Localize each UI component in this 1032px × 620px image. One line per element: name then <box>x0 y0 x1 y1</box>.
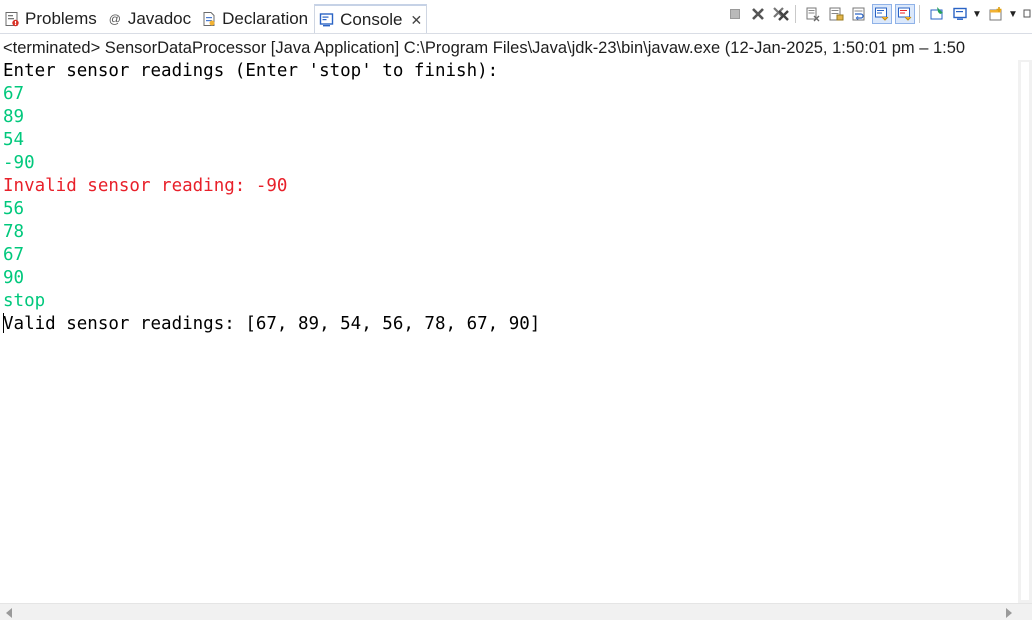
console-line-text: 89 <box>3 107 25 127</box>
tab-label: Console <box>340 10 403 29</box>
scrollbar-thumb[interactable] <box>1021 62 1029 600</box>
console-line-text: 90 <box>3 268 25 288</box>
console-output[interactable]: Enter sensor readings (Enter 'stop' to f… <box>0 60 1018 605</box>
console-toolbar: ▼ ▼ <box>722 4 1032 24</box>
vertical-scrollbar[interactable] <box>1018 60 1032 604</box>
scroll-lock-icon[interactable] <box>826 4 846 24</box>
console-input-line: 56 <box>0 198 1018 221</box>
tab-label: Problems <box>25 9 97 28</box>
show-console-on-stdout-icon[interactable] <box>872 4 892 24</box>
console-line-text: stop <box>3 291 46 311</box>
remove-launch-icon[interactable] <box>748 4 768 24</box>
console-input-line: -90 <box>0 152 1018 175</box>
pin-console-icon[interactable] <box>927 4 947 24</box>
chevron-down-icon[interactable]: ▼ <box>971 4 983 24</box>
console-line-text: 56 <box>3 199 25 219</box>
toolbar-separator <box>795 5 796 23</box>
console-input-line: stop <box>0 290 1018 313</box>
tab-javadoc[interactable]: @ Javadoc <box>103 4 197 34</box>
tab-label: Declaration <box>222 9 309 28</box>
problems-icon <box>4 11 20 27</box>
console-line-text: 67 <box>3 245 25 265</box>
scroll-right-icon[interactable] <box>1006 608 1012 618</box>
console-error-line: Invalid sensor reading: -90 <box>0 175 1018 198</box>
console-input-line: 89 <box>0 106 1018 129</box>
console-line-text: -90 <box>3 153 35 173</box>
javadoc-at-icon: @ <box>108 12 121 26</box>
console-line-text: 78 <box>3 222 25 242</box>
word-wrap-icon[interactable] <box>849 4 869 24</box>
open-console-icon[interactable] <box>986 4 1006 24</box>
clear-console-icon[interactable] <box>803 4 823 24</box>
show-console-on-stderr-icon[interactable] <box>895 4 915 24</box>
close-icon[interactable]: ✕ <box>411 12 423 29</box>
tab-label: Javadoc <box>127 9 192 28</box>
console-input-line: 90 <box>0 267 1018 290</box>
tab-list: Problems @ Javadoc Declaration Console ✕ <box>0 4 428 34</box>
console-input-line: 78 <box>0 221 1018 244</box>
console-line-text: Enter sensor readings (Enter 'stop' to f… <box>3 61 499 81</box>
tab-declaration[interactable]: Declaration <box>197 4 314 34</box>
console-output-line: Valid sensor readings: [67, 89, 54, 56, … <box>0 313 1018 336</box>
tab-problems[interactable]: Problems <box>0 4 103 34</box>
console-line-text: 54 <box>3 130 25 150</box>
declaration-icon <box>201 11 217 27</box>
console-line-text: Invalid sensor reading: -90 <box>3 176 288 196</box>
console-input-line: 67 <box>0 83 1018 106</box>
eclipse-console-view: Problems @ Javadoc Declaration Console ✕ <box>0 0 1032 620</box>
chevron-down-icon[interactable]: ▼ <box>1007 4 1019 24</box>
console-input-line: 54 <box>0 129 1018 152</box>
remove-all-terminated-icon[interactable] <box>771 4 791 24</box>
console-input-line: 67 <box>0 244 1018 267</box>
terminate-icon[interactable] <box>725 4 745 24</box>
horizontal-scrollbar[interactable] <box>0 603 1032 620</box>
console-output-line: Enter sensor readings (Enter 'stop' to f… <box>0 60 1018 83</box>
toolbar-separator <box>919 5 920 23</box>
console-line-text: 67 <box>3 84 25 104</box>
console-line-text: Valid sensor readings: [67, 89, 54, 56, … <box>3 314 541 334</box>
display-selected-console-icon[interactable] <box>950 4 970 24</box>
scroll-left-icon[interactable] <box>6 608 12 618</box>
console-icon <box>319 12 335 28</box>
tab-console[interactable]: Console ✕ <box>314 4 428 34</box>
tab-divider <box>0 33 1032 34</box>
view-menu-icon[interactable] <box>1022 4 1032 24</box>
view-tab-bar: Problems @ Javadoc Declaration Console ✕ <box>0 0 1032 36</box>
launch-status-line: <terminated> SensorDataProcessor [Java A… <box>3 39 966 57</box>
